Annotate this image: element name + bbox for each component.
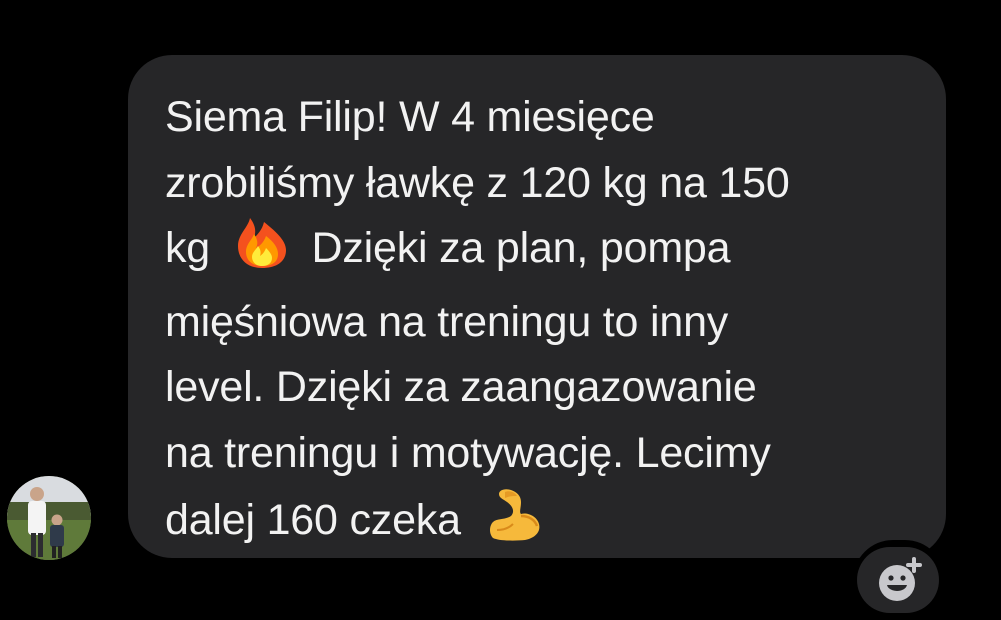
message-bubble[interactable]: Siema Filip! W 4 miesięce zrobiliśmy ław… xyxy=(128,55,946,558)
message-text: mięśniowa na treningu to inny xyxy=(165,297,729,346)
message-line: mięśniowa na treningu to inny xyxy=(165,290,916,356)
message-line: na treningu i motywację. Lecimy xyxy=(165,421,916,487)
message-line: dalej 160 czeka xyxy=(165,486,916,562)
message-text: level. Dzięki za zaangazowanie xyxy=(165,363,757,411)
sender-avatar[interactable] xyxy=(7,476,91,560)
message-text: dalej 160 czeka xyxy=(165,496,461,544)
message-text: zrobiliśmy ławkę z 120 kg na 150 xyxy=(165,158,790,207)
add-reaction-button[interactable] xyxy=(857,547,939,613)
message-text: kg xyxy=(165,224,211,272)
add-reaction-icon xyxy=(875,557,923,608)
fire-emoji xyxy=(234,216,290,290)
message-line: level. Dzięki za zaangazowanie xyxy=(165,355,916,421)
message-text: Dzięki za plan, pompa xyxy=(311,224,731,272)
message-text: Siema Filip! W 4 miesięce xyxy=(165,93,655,141)
flexed-biceps-emoji xyxy=(485,486,543,562)
message-line: kg Dzięki za plan, pompa xyxy=(165,216,916,290)
message-line: Siema Filip! W 4 miesięce xyxy=(165,85,916,151)
message-line: zrobiliśmy ławkę z 120 kg na 150 xyxy=(165,151,916,217)
message-text: na treningu i motywację. Lecimy xyxy=(165,428,771,477)
